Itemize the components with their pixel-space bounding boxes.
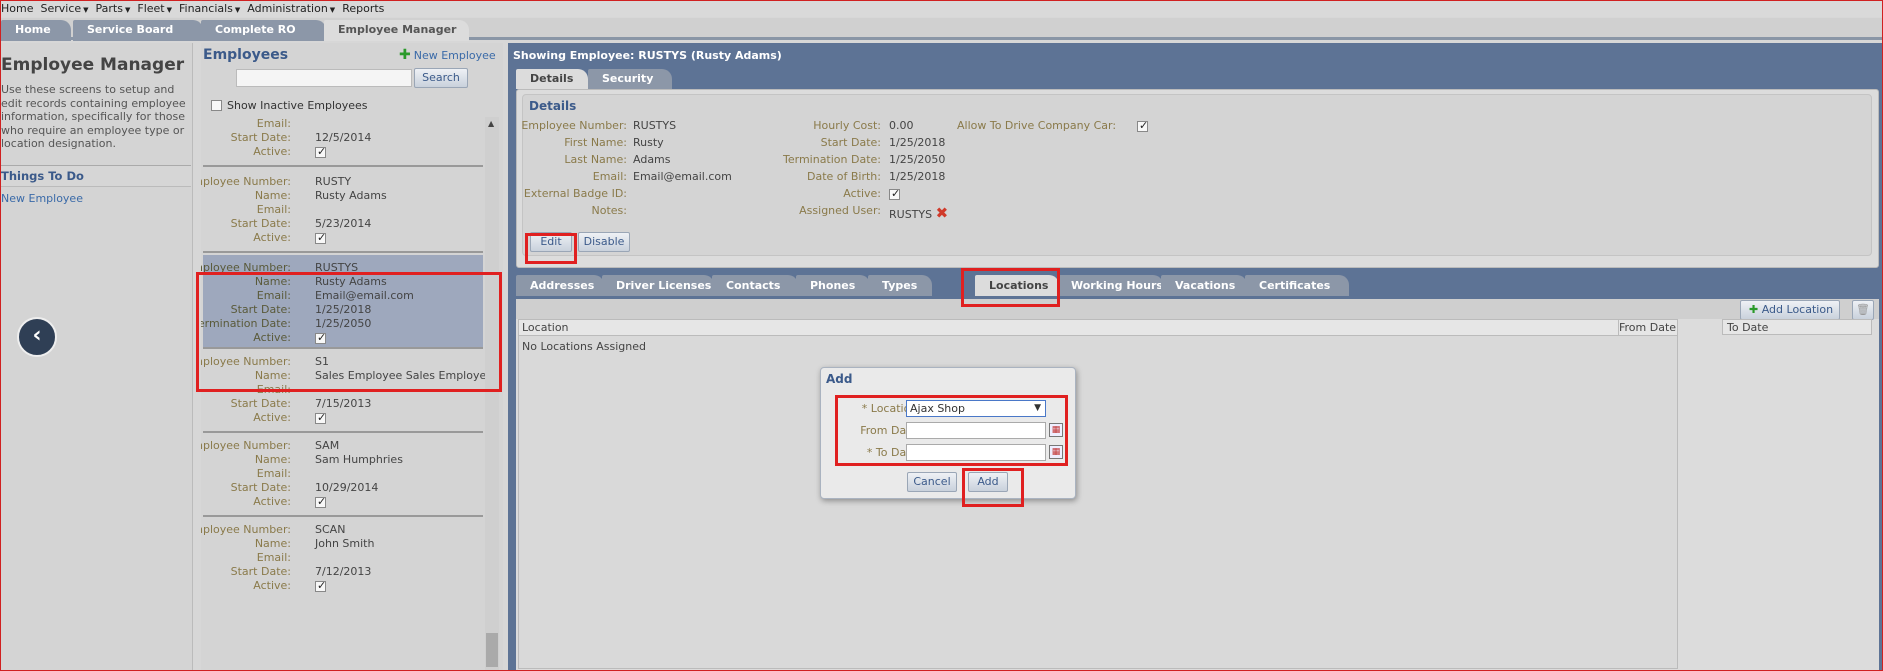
locations-toolbar: ✚ Add Location 🗑 — [516, 299, 1879, 320]
employees-title: Employees — [203, 47, 289, 63]
column-location[interactable]: Location — [522, 321, 569, 334]
list-item[interactable]: Employee Number:SCAN Name:John Smith Ema… — [201, 519, 483, 609]
caret-down-icon: ▼ — [83, 6, 89, 14]
remove-user-icon[interactable]: ✖ — [936, 204, 949, 222]
list-item[interactable]: Email: Start Date: 12/5/2014 Active: — [203, 117, 483, 167]
menu-fleet[interactable]: Fleet ▼ — [137, 1, 179, 17]
list-item[interactable]: Employee Number:SAM Name:Sam Humphries E… — [201, 435, 483, 517]
caret-down-icon: ▼ — [234, 6, 241, 14]
list-item[interactable]: Employee Number:RUSTY Name:Rusty Adams E… — [201, 167, 483, 253]
trash-icon[interactable]: 🗑 — [1852, 300, 1874, 320]
grid-header-right: To Date — [1722, 319, 1872, 335]
employee-subsections: Addresses Driver Licenses Contacts Phone… — [516, 275, 1879, 670]
add-location-button[interactable]: ✚ Add Location — [1740, 300, 1840, 320]
plus-icon: ✚ — [1749, 303, 1759, 316]
grid-header: Location From Date — [519, 320, 1677, 336]
tab-employee-manager[interactable]: Employee Manager — [324, 20, 469, 41]
tab-vacations[interactable]: Vacations — [1161, 275, 1247, 296]
sidebar-description: Use these screens to setup and edit reco… — [1, 83, 186, 150]
highlight-box — [961, 268, 1060, 307]
tab-security[interactable]: Security — [588, 69, 672, 89]
main-tab-bar: Home Service Board Complete RO Employee … — [1, 18, 1882, 41]
tab-working-hours[interactable]: Working Hours — [1057, 275, 1163, 296]
checkbox-icon — [211, 100, 222, 111]
menu-home[interactable]: Home — [1, 1, 40, 17]
active-checkbox — [315, 145, 326, 158]
scrollbar-thumb[interactable] — [486, 633, 498, 667]
tab-driver-licenses[interactable]: Driver Licenses — [602, 275, 714, 296]
sidebar: Employee Manager Use these screens to se… — [1, 43, 193, 670]
sidebar-title: Employee Manager — [1, 55, 185, 75]
highlight-box — [835, 395, 1068, 466]
tab-home[interactable]: Home — [1, 20, 71, 41]
highlight-box — [962, 468, 1024, 507]
locations-grid: Location From Date No Locations Assigned — [518, 319, 1678, 669]
tab-certificates[interactable]: Certificates — [1245, 275, 1349, 296]
details-section: Details Employee Number: RUSTYS First Na… — [516, 89, 1879, 268]
search-input[interactable] — [236, 69, 412, 87]
disable-button[interactable]: Disable — [578, 232, 630, 252]
plus-icon: ✚ — [399, 47, 411, 63]
company-car-checkbox — [1137, 119, 1148, 132]
menu-financials[interactable]: Financials ▼ — [179, 1, 247, 17]
things-to-do: Things To Do New Employee — [1, 165, 191, 205]
chevron-left-icon[interactable]: ‹ — [17, 317, 57, 357]
menu-parts[interactable]: Parts ▼ — [96, 1, 138, 17]
search-button[interactable]: Search — [414, 68, 468, 88]
employee-list: Email: Start Date:12/5/2014 Active: Empl… — [201, 117, 491, 670]
employee-detail-panel: Showing Employee: RUSTYS (Rusty Adams) D… — [508, 43, 1882, 670]
show-inactive-checkbox[interactable]: Show Inactive Employees — [211, 99, 368, 112]
tab-phones[interactable]: Phones — [796, 275, 870, 296]
details-section-title: Details — [529, 99, 577, 113]
active-checkbox — [315, 495, 326, 508]
subsection-tab-bar: Addresses Driver Licenses Contacts Phone… — [516, 275, 1879, 299]
tab-addresses[interactable]: Addresses — [516, 275, 604, 296]
active-checkbox — [889, 187, 900, 200]
highlight-box — [525, 233, 577, 264]
menu-reports[interactable]: Reports — [342, 1, 391, 17]
dialog-title: Add — [826, 372, 853, 386]
column-from-date[interactable]: From Date — [1619, 321, 1676, 334]
tab-types[interactable]: Types — [868, 275, 932, 296]
scroll-up-icon[interactable]: ▲ — [488, 119, 494, 128]
menu-service[interactable]: Service ▼ — [40, 1, 95, 17]
empty-message: No Locations Assigned — [522, 340, 646, 353]
caret-down-icon: ▼ — [329, 6, 336, 14]
menu-administration[interactable]: Administration ▼ — [247, 1, 342, 17]
caret-down-icon: ▼ — [124, 6, 131, 14]
cancel-button[interactable]: Cancel — [907, 472, 957, 492]
active-checkbox — [315, 579, 326, 592]
details-fields: Details Employee Number: RUSTYS First Na… — [521, 94, 1872, 256]
employee-list-scrollbar[interactable]: ▲ — [485, 117, 499, 670]
things-to-do-title: Things To Do — [1, 166, 191, 187]
tab-contacts[interactable]: Contacts — [712, 275, 798, 296]
column-to-date[interactable]: To Date — [1727, 321, 1768, 334]
tab-complete-ro[interactable]: Complete RO — [201, 20, 326, 41]
highlight-box — [196, 272, 502, 392]
new-employee-button[interactable]: ✚ New Employee — [399, 47, 496, 63]
active-checkbox — [315, 231, 326, 244]
caret-down-icon: ▼ — [166, 6, 172, 14]
active-checkbox — [315, 411, 326, 424]
tab-details[interactable]: Details — [516, 69, 588, 89]
top-menu-bar: Home Service ▼ Parts ▼ Fleet ▼ Financials ▼ … — [1, 1, 1882, 17]
new-employee-link[interactable]: New Employee — [1, 192, 191, 205]
page-title: Showing Employee: RUSTYS (Rusty Adams) — [513, 49, 782, 62]
app-window: Home Service ▼ Parts ▼ Fleet ▼ Financials ▼ … — [0, 0, 1883, 671]
tab-service-board[interactable]: Service Board — [73, 20, 203, 41]
